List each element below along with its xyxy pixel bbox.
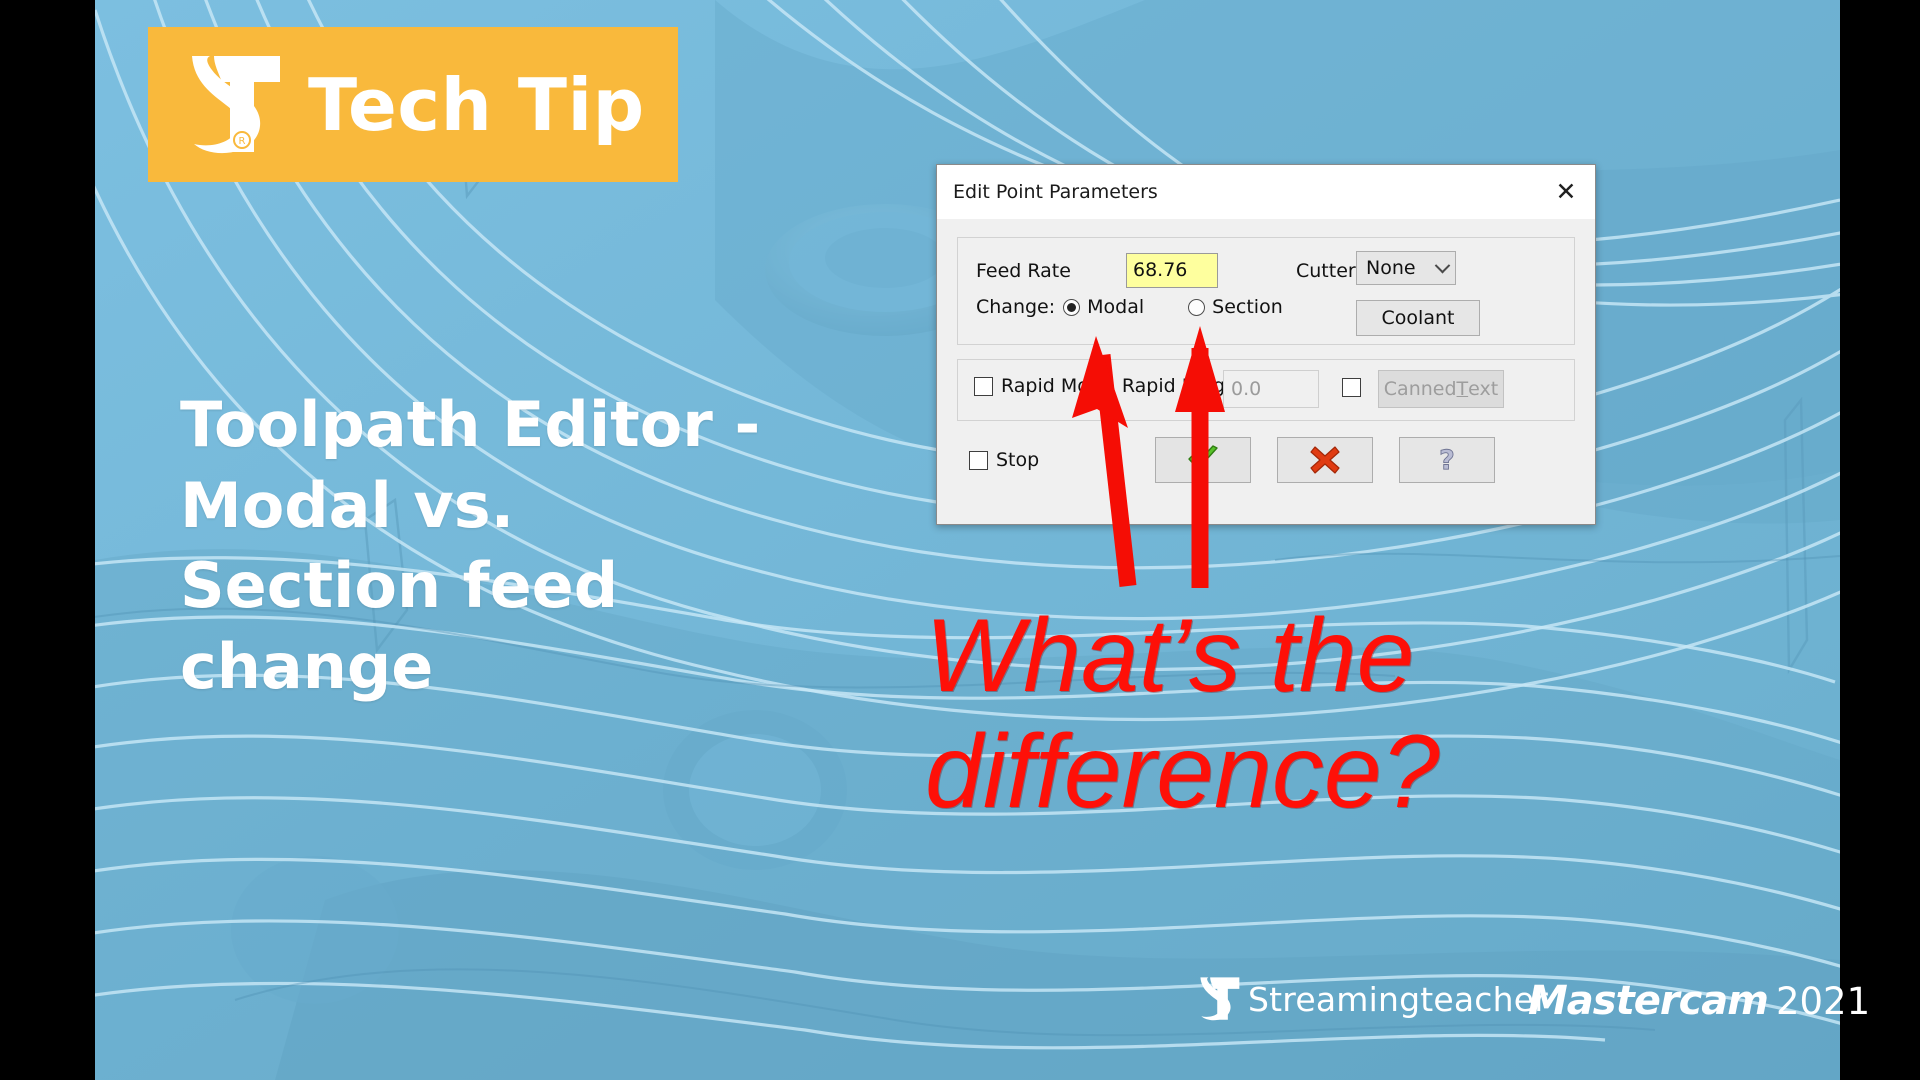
rapid-height-input[interactable]: 0.0 [1223,370,1319,408]
coolant-button[interactable]: Coolant [1356,300,1480,336]
feed-rate-group: Feed Rate 68.76 Cutter Comp None Change:… [957,237,1575,345]
question-line-1: What’s the [925,598,1415,714]
radio-section-label: Section [1212,296,1283,318]
close-x-icon[interactable]: ✕ [1543,172,1589,212]
rapid-move-label: Rapid Move [1001,375,1112,397]
canned-text-label-accel: T [1456,378,1469,400]
headline-line-3: Section feed [180,549,619,623]
cancel-button[interactable] [1277,437,1373,483]
change-mode-row: Change: Modal Section [976,296,1327,318]
help-button[interactable]: ? [1399,437,1495,483]
dialog-button-row: Stop ? [957,429,1575,503]
ok-button[interactable] [1155,437,1251,483]
streamingteacher-footer-logo-icon [1196,975,1242,1023]
tech-tip-label: Tech Tip [308,62,645,147]
footer-mastercam-brand: Mastercam 2021 [1528,978,1870,1024]
red-x-icon [1310,446,1340,474]
canned-text-label-pre: Canned [1383,378,1457,400]
radio-modal-label: Modal [1087,296,1145,318]
chevron-down-icon [1434,257,1451,273]
green-check-icon [1188,445,1218,470]
footer-brand-label: Streamingteacher [1248,979,1549,1019]
feed-rate-row: Feed Rate 68.76 Cutter Comp [976,253,1564,288]
tech-tip-banner: R Tech Tip [148,27,678,182]
radio-modal-indicator [1063,298,1081,316]
radio-modal[interactable]: Modal [1063,296,1144,318]
edit-point-parameters-dialog[interactable]: Edit Point Parameters ✕ Feed Rate 68.76 … [936,164,1596,525]
svg-text:R: R [239,136,246,147]
canned-text-label-post: ext [1468,378,1499,400]
canned-text-button: Canned Text [1378,370,1504,408]
question-line-2: difference? [925,714,1440,831]
annotation-question-text: What’s the difference? [925,598,1625,831]
headline-line-4: change [180,629,434,703]
cutter-comp-value: None [1366,257,1416,279]
headline-line-2: Modal vs. [180,468,515,542]
rapid-move-checkbox[interactable] [974,376,993,396]
footer-streamingteacher-brand: Streamingteacher [1196,975,1548,1023]
dialog-title: Edit Point Parameters [953,181,1158,203]
question-mark-icon: ? [1439,445,1456,476]
stop-label: Stop [996,449,1040,471]
page-title: Toolpath Editor - Modal vs. Section feed… [180,385,840,707]
stop-checkbox[interactable] [969,450,988,470]
headline-line-1: Toolpath Editor - [180,388,761,461]
cutter-comp-select[interactable]: None [1356,251,1456,285]
svg-text:?: ? [1439,445,1455,476]
radio-section-indicator [1188,298,1206,316]
rapid-move-group: Rapid Move Rapid Height 0.0 Canned Text [957,359,1575,421]
change-label: Change: [976,296,1056,318]
mastercam-year-label: 2021 [1775,980,1871,1023]
stop-checkbox-wrap[interactable]: Stop [969,449,1039,471]
dialog-titlebar: Edit Point Parameters ✕ [937,165,1595,219]
slide-canvas: R Tech Tip Toolpath Editor - Modal vs. S… [0,0,1920,1080]
dialog-body: Feed Rate 68.76 Cutter Comp None Change:… [937,219,1595,503]
mastercam-label: Mastercam [1528,978,1769,1024]
streamingteacher-st-logo-icon: R [182,52,286,158]
radio-section[interactable]: Section [1188,296,1283,318]
feed-rate-label: Feed Rate [976,259,1071,282]
coolant-button-label: Coolant [1381,307,1455,329]
canned-text-checkbox[interactable] [1342,378,1361,397]
feed-rate-input[interactable]: 68.76 [1126,253,1218,288]
